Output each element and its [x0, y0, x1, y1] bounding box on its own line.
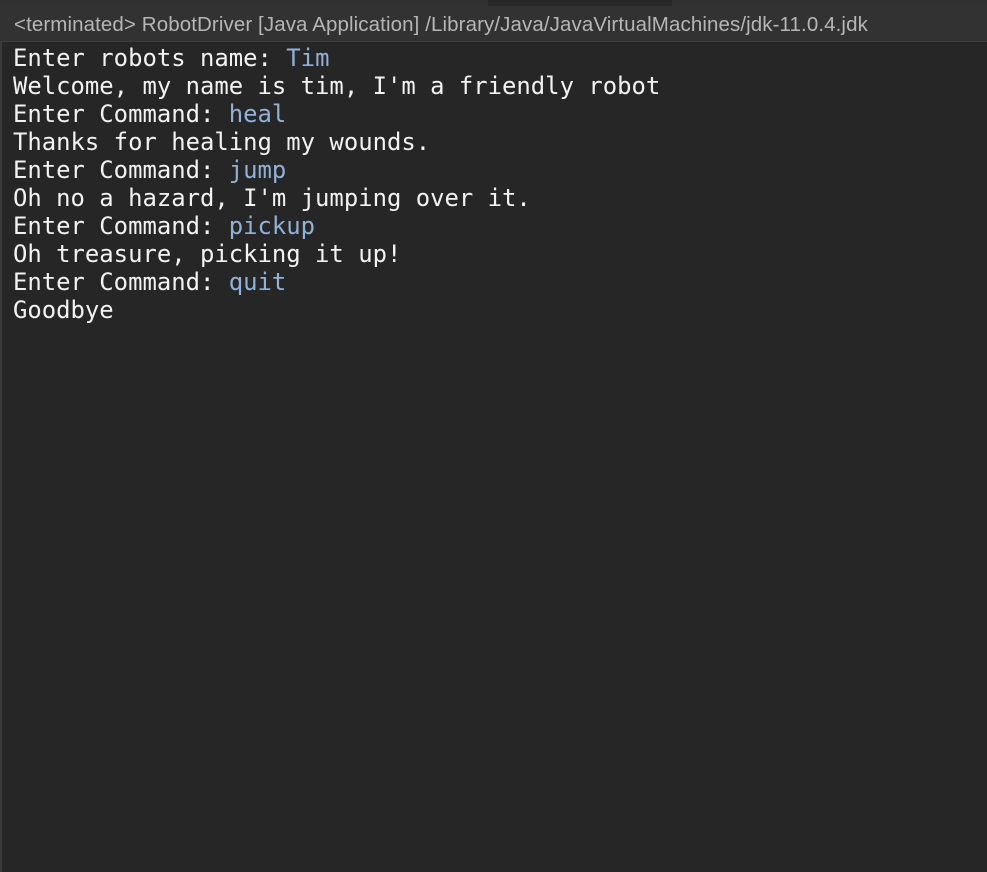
prompt-text: Enter Command: — [13, 268, 229, 296]
user-input-text: heal — [228, 100, 287, 128]
user-input-text: jump — [228, 156, 287, 184]
output-text: Welcome, my name is tim, I'm a friendly … — [13, 72, 661, 100]
user-input-text: pickup — [228, 212, 316, 240]
console-output[interactable]: Enter robots name: Tim Welcome, my name … — [13, 44, 973, 864]
console-header: <terminated> RobotDriver [Java Applicati… — [0, 6, 987, 42]
console-line: Enter Command: quit — [13, 268, 973, 296]
output-text: Oh treasure, picking it up! — [13, 240, 402, 268]
console-line: Enter Command: heal — [13, 100, 973, 128]
output-text: Thanks for healing my wounds. — [13, 128, 431, 156]
user-input-text: Tim — [286, 44, 330, 72]
output-text: Goodbye — [13, 296, 114, 324]
console-line: Enter Command: pickup — [13, 212, 973, 240]
console-line: Welcome, my name is tim, I'm a friendly … — [13, 72, 973, 100]
prompt-text: Enter robots name: — [13, 44, 287, 72]
console-window: <terminated> RobotDriver [Java Applicati… — [0, 0, 987, 872]
prompt-text: Enter Command: — [13, 212, 229, 240]
console-left-border — [0, 42, 2, 872]
console-line: Goodbye — [13, 296, 973, 324]
console-line: Enter Command: jump — [13, 156, 973, 184]
console-line: Oh treasure, picking it up! — [13, 240, 973, 268]
prompt-text: Enter Command: — [13, 156, 229, 184]
user-input-text: quit — [228, 268, 287, 296]
prompt-text: Enter Command: — [13, 100, 229, 128]
console-line: Thanks for healing my wounds. — [13, 128, 973, 156]
console-line: Oh no a hazard, I'm jumping over it. — [13, 184, 973, 212]
console-line: Enter robots name: Tim — [13, 44, 973, 72]
output-text: Oh no a hazard, I'm jumping over it. — [13, 184, 531, 212]
console-process-label: <terminated> RobotDriver [Java Applicati… — [14, 13, 868, 36]
